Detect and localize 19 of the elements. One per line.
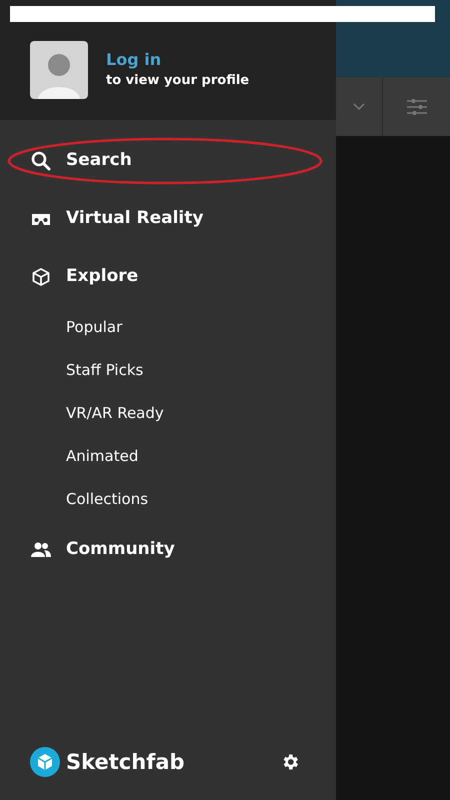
menu-item[interactable]: Virtual Reality bbox=[0, 190, 336, 248]
menu-item[interactable]: Search bbox=[0, 132, 336, 190]
submenu-item[interactable]: VR/AR Ready bbox=[0, 392, 164, 435]
chevron-down-icon[interactable] bbox=[353, 102, 365, 110]
brand-name: Sketchfab bbox=[66, 748, 185, 776]
submenu-item[interactable]: Animated bbox=[0, 435, 138, 478]
people-icon bbox=[30, 540, 52, 560]
login-link[interactable]: Log in bbox=[106, 49, 250, 71]
submenu-item[interactable]: Staff Picks bbox=[0, 349, 144, 392]
avatar-icon[interactable] bbox=[30, 41, 88, 99]
sliders-icon[interactable] bbox=[406, 98, 426, 116]
logo-icon bbox=[30, 747, 60, 778]
cube-icon bbox=[30, 267, 52, 287]
menu-item[interactable]: Explore bbox=[0, 248, 336, 306]
search-icon bbox=[30, 151, 52, 171]
menu-item[interactable]: Community bbox=[0, 521, 336, 579]
profile-subtitle: to view your profile bbox=[106, 72, 250, 90]
submenu-item[interactable]: Collections bbox=[0, 478, 148, 521]
submenu-item[interactable]: Popular bbox=[0, 306, 122, 349]
